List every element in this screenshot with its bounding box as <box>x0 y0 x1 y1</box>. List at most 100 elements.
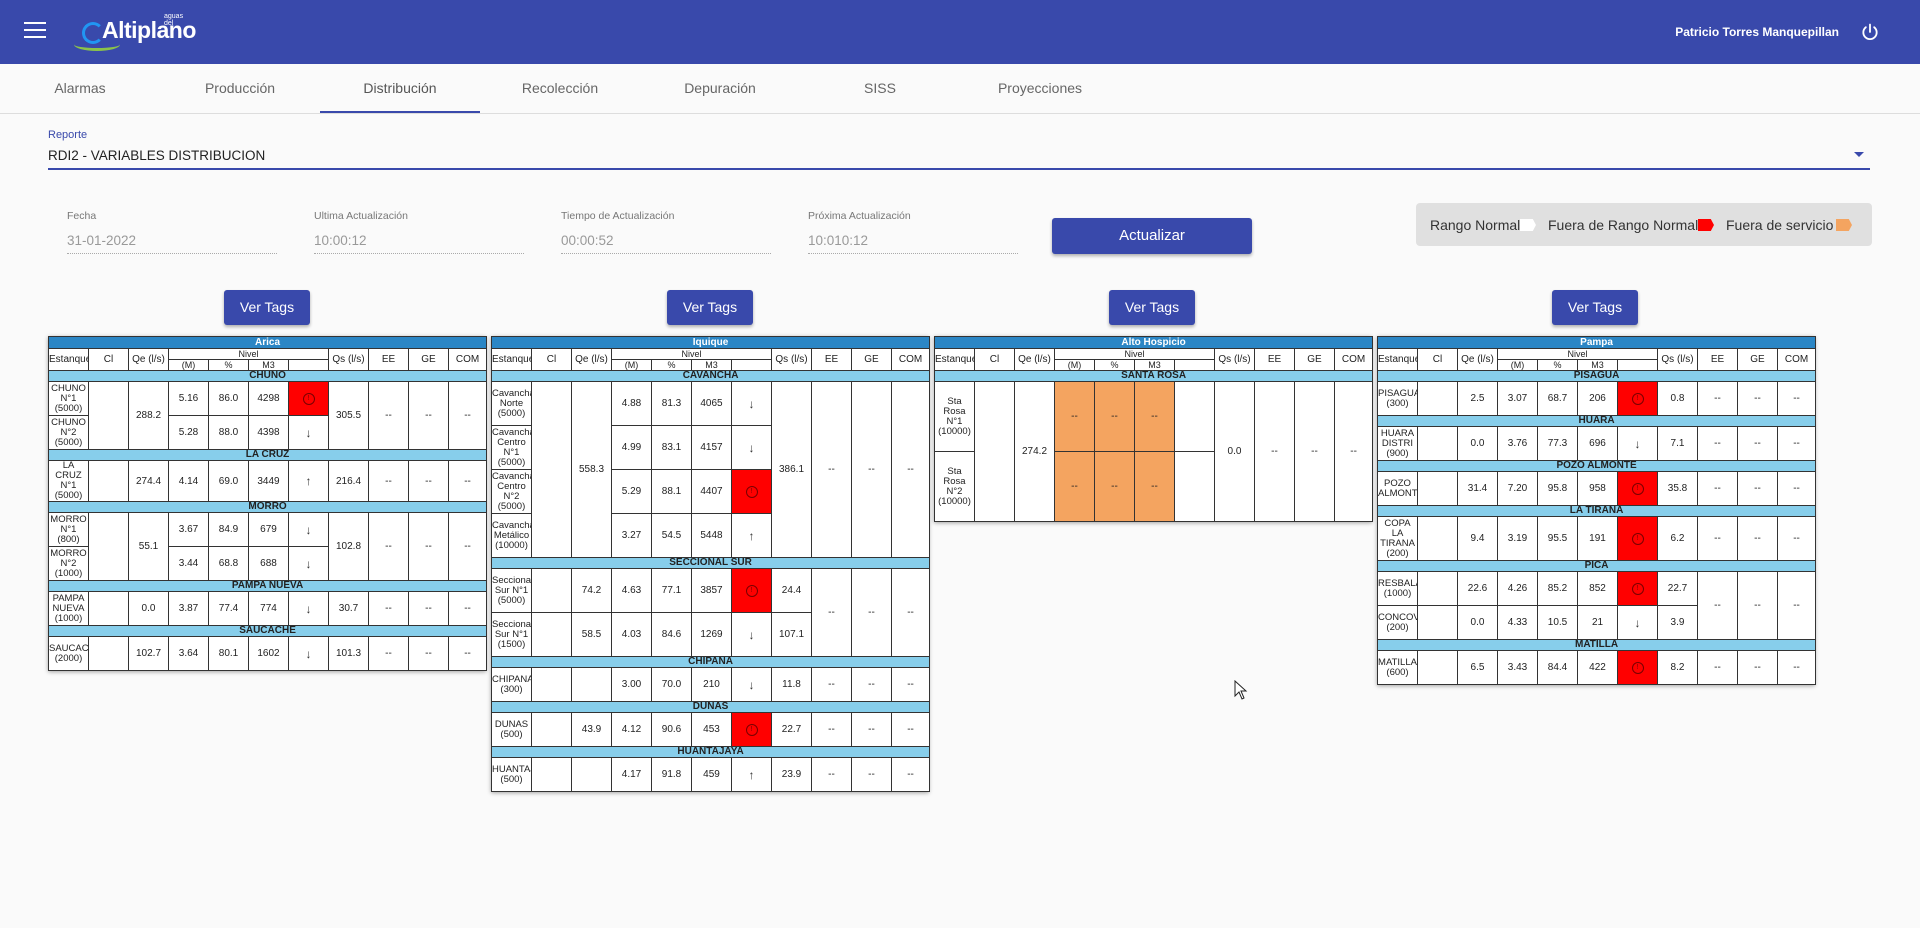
nivel-m3-cell: 679 <box>248 512 289 547</box>
nivel-m3-cell: 696 <box>1577 426 1618 461</box>
tab-recoleccion[interactable]: Recolección <box>500 64 620 112</box>
nivel-m-cell: 4.88 <box>611 381 652 426</box>
com-cell: -- <box>1333 381 1374 522</box>
field-1: Ultima Actualización 10:00:12 <box>314 210 524 254</box>
com-cell: -- <box>447 636 488 671</box>
tab-depuracion[interactable]: Depuración <box>660 64 780 112</box>
qe-cell: 58.5 <box>571 612 612 657</box>
group-header: PICA <box>1376 560 1817 572</box>
cl-cell <box>1417 516 1458 561</box>
panel-title: Alto Hospicio <box>933 336 1374 349</box>
nivel-m3-cell: 4065 <box>691 381 732 426</box>
alarm-icon: ! <box>1631 662 1644 674</box>
hamburger-menu-icon[interactable] <box>24 22 46 42</box>
qs-cell: 101.3 <box>328 636 369 671</box>
qs-cell: 102.8 <box>328 512 369 581</box>
mouse-cursor-icon <box>1234 680 1248 700</box>
qs-cell: 35.8 <box>1657 471 1698 506</box>
ee-cell: -- <box>1697 471 1738 506</box>
power-icon[interactable] <box>1860 22 1880 42</box>
qe-cell: 288.2 <box>128 381 169 450</box>
table-row: CHIPANA (300) 3.00 70.0 210 ↓ 11.8 -- -- -- <box>491 667 931 702</box>
nivel-pct-cell: 54.5 <box>651 513 692 558</box>
tab-proyecciones[interactable]: Proyecciones <box>980 64 1100 112</box>
ver-tags-button[interactable]: Ver Tags <box>1109 290 1195 325</box>
alarm-status-cell: ! <box>1617 650 1658 685</box>
trend-cell: ↓ <box>731 612 772 657</box>
field-value[interactable]: 10:00:12 <box>314 233 524 254</box>
alarm-icon: ! <box>1631 533 1644 545</box>
nivel-m-cell: 5.28 <box>168 415 209 450</box>
trend-cell: ↑ <box>288 460 329 502</box>
col-nivel: Nivel <box>168 348 329 360</box>
arrow-down-icon: ↓ <box>748 677 755 692</box>
ge-cell: -- <box>851 568 892 657</box>
ver-tags-button[interactable]: Ver Tags <box>667 290 753 325</box>
nivel-pct-cell: -- <box>1094 451 1135 522</box>
col-estanque: Estanque <box>1377 348 1418 371</box>
ee-cell: -- <box>811 757 852 792</box>
nivel-m-cell: 4.63 <box>611 568 652 613</box>
field-value[interactable]: 31-01-2022 <box>67 233 277 254</box>
nivel-m3-cell: 453 <box>691 712 732 747</box>
arrow-up-icon: ↑ <box>305 474 312 488</box>
qe-cell: 0.0 <box>128 591 169 626</box>
arrow-up-icon: ↑ <box>748 528 755 543</box>
field-value[interactable]: 10:010:12 <box>808 233 1018 254</box>
qs-cell: 0.8 <box>1657 381 1698 416</box>
nivel-m-cell: 7.20 <box>1497 471 1538 506</box>
col-pct: % <box>1094 359 1135 371</box>
com-cell: -- <box>1776 650 1817 685</box>
tab-produccion[interactable]: Producción <box>180 64 300 112</box>
trend-cell: ↓ <box>288 636 329 671</box>
qe-cell: 74.2 <box>571 568 612 613</box>
ge-cell: -- <box>851 757 892 792</box>
alarm-status-cell: ! <box>731 712 772 747</box>
tab-distribucion[interactable]: Distribución <box>320 64 480 113</box>
col-ee: EE <box>811 348 852 371</box>
col-qe: Qe (l/s) <box>1457 348 1498 371</box>
nivel-m3-cell: 3449 <box>248 460 289 502</box>
estanque-name: MORRO N°2 (1000) <box>48 546 89 581</box>
estanque-name: LA CRUZ N°1 (5000) <box>48 460 89 502</box>
col-qe: Qe (l/s) <box>571 348 612 371</box>
ver-tags-button[interactable]: Ver Tags <box>224 290 310 325</box>
ee-cell: -- <box>1697 381 1738 416</box>
nivel-pct-cell: 70.0 <box>651 667 692 702</box>
estanque-name: PAMPA NUEVA (1000) <box>48 591 89 626</box>
col-status <box>1617 359 1658 371</box>
nivel-m3-cell: 422 <box>1577 650 1618 685</box>
com-cell: -- <box>447 460 488 502</box>
com-cell: -- <box>1776 516 1817 561</box>
cl-cell <box>531 612 572 657</box>
field-value[interactable]: 00:00:52 <box>561 233 771 254</box>
trend-cell: ↓ <box>288 591 329 626</box>
qs-cell: 11.8 <box>771 667 812 702</box>
nivel-pct-cell: 86.0 <box>208 381 249 416</box>
panel-pampa: Pampa Estanque Cl Qe (l/s) Nivel Qs (l/s) EE GE… <box>1376 336 1817 685</box>
panel-title: Iquique <box>490 336 931 349</box>
field-2: Tiempo de Actualización 00:00:52 <box>561 210 771 254</box>
col-ee: EE <box>368 348 409 371</box>
arrow-down-icon: ↓ <box>1634 615 1641 630</box>
ver-tags-button[interactable]: Ver Tags <box>1552 290 1638 325</box>
ge-cell: -- <box>1737 516 1778 561</box>
tab-siss[interactable]: SISS <box>830 64 930 112</box>
dropdown-caret-icon[interactable] <box>1854 152 1864 157</box>
group-header: HUANTAJAYA <box>490 746 931 758</box>
ee-cell: -- <box>368 460 409 502</box>
com-cell: -- <box>1776 426 1817 461</box>
qs-cell: 22.7 <box>771 712 812 747</box>
group-header: CAVANCHA <box>490 370 931 382</box>
tab-alarmas[interactable]: Alarmas <box>30 64 130 112</box>
logo-text: Altiplano <box>102 17 196 43</box>
col-qs: Qs (l/s) <box>1214 348 1255 371</box>
col-qs: Qs (l/s) <box>1657 348 1698 371</box>
com-cell: -- <box>890 667 931 702</box>
group-header: LA CRUZ <box>47 449 488 461</box>
nivel-pct-cell: 77.3 <box>1537 426 1578 461</box>
cl-cell <box>88 460 129 502</box>
com-cell: -- <box>890 381 931 558</box>
actualizar-button[interactable]: Actualizar <box>1052 218 1252 254</box>
report-select[interactable]: RDI2 - VARIABLES DISTRIBUCION <box>48 148 265 163</box>
